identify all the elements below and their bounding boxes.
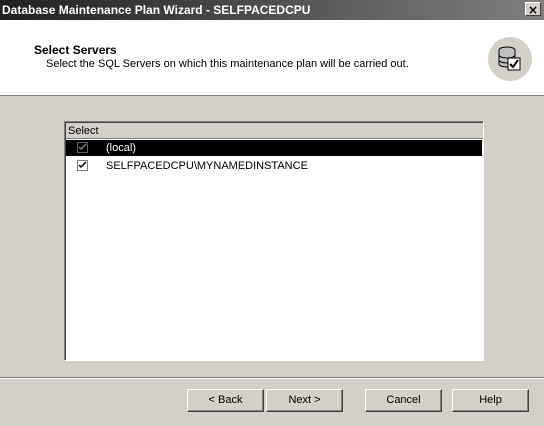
- cancel-button-label: Cancel: [386, 394, 421, 406]
- select-column-header[interactable]: Select: [66, 123, 483, 139]
- window-title: Database Maintenance Plan Wizard - SELFP…: [2, 3, 311, 17]
- help-button[interactable]: Help: [452, 389, 529, 412]
- page-description: Select the SQL Servers on which this mai…: [46, 58, 409, 70]
- server-row-named-instance[interactable]: SELFPACEDCPU\MYNAMEDINSTANCE: [66, 158, 482, 174]
- back-button-label: < Back: [208, 394, 243, 406]
- page-title: Select Servers: [34, 43, 117, 57]
- wizard-header: Select Servers Select the SQL Servers on…: [0, 20, 544, 96]
- cancel-button[interactable]: Cancel: [365, 389, 442, 412]
- local-checkbox[interactable]: [77, 142, 88, 153]
- footer-separator: [0, 377, 544, 379]
- server-name: SELFPACEDCPU\MYNAMEDINSTANCE: [106, 160, 308, 172]
- title-bar: Database Maintenance Plan Wizard - SELFP…: [0, 0, 544, 20]
- next-button[interactable]: Next >: [266, 389, 343, 412]
- help-button-label: Help: [479, 394, 502, 406]
- server-row-local[interactable]: (local): [66, 140, 482, 156]
- close-button[interactable]: ×: [525, 2, 541, 17]
- server-list[interactable]: Select (local) SELFPACEDCPU\MYNAMEDINSTA…: [64, 121, 484, 361]
- database-check-icon: [488, 37, 532, 81]
- back-button[interactable]: < Back: [187, 389, 264, 412]
- named-instance-checkbox[interactable]: [77, 160, 88, 171]
- server-name: (local): [106, 142, 136, 154]
- next-button-label: Next >: [288, 394, 321, 406]
- wizard-window: Database Maintenance Plan Wizard - SELFP…: [0, 0, 544, 426]
